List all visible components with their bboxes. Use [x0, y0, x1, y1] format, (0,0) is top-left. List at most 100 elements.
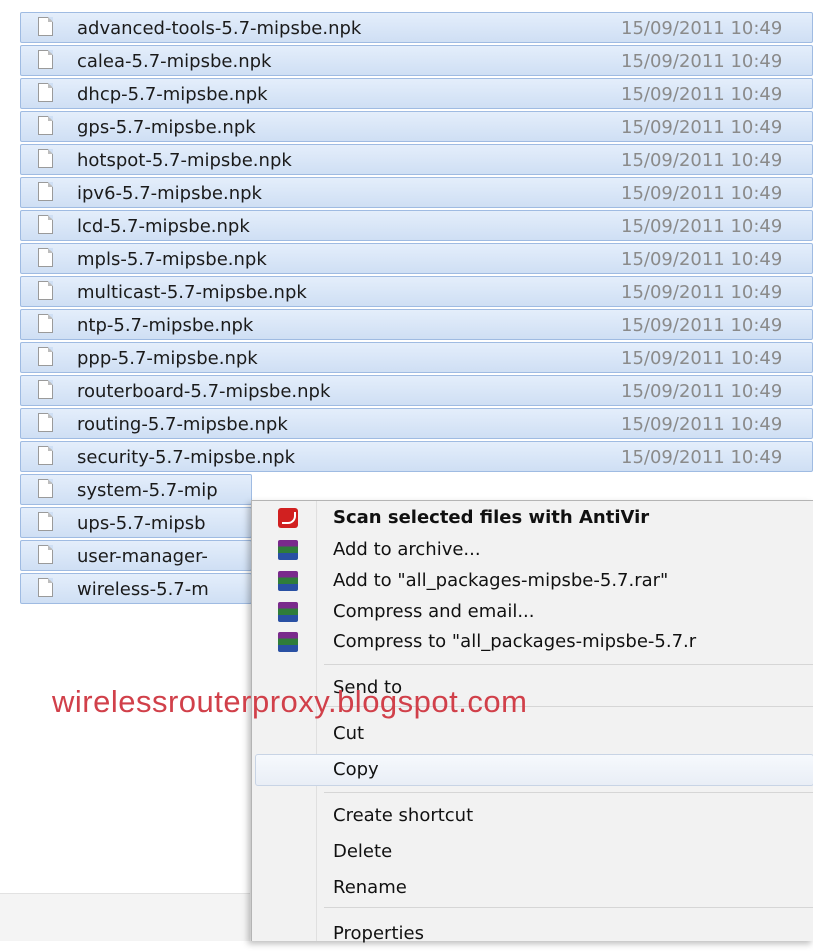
file-icon [38, 347, 53, 366]
file-row[interactable]: routing-5.7-mipsbe.npk 15/09/2011 10:49 [20, 408, 813, 439]
file-date: 15/09/2011 10:49 [621, 414, 783, 435]
file-icon [38, 182, 53, 201]
menu-separator [324, 792, 813, 793]
file-icon [38, 281, 53, 300]
winrar-icon [278, 540, 298, 560]
menu-item-label: Copy [333, 759, 379, 780]
file-icon [38, 83, 53, 102]
file-name: calea-5.7-mipsbe.npk [77, 51, 272, 72]
menu-item-label: Compress and email... [333, 601, 535, 622]
file-icon [38, 545, 53, 564]
file-row[interactable]: advanced-tools-5.7-mipsbe.npk 15/09/2011 … [20, 12, 813, 43]
file-icon [38, 149, 53, 168]
file-date: 15/09/2011 10:49 [621, 348, 783, 369]
file-row[interactable]: ups-5.7-mipsb [20, 507, 252, 538]
file-date: 15/09/2011 10:49 [621, 18, 783, 39]
file-icon [38, 50, 53, 69]
file-date: 15/09/2011 10:49 [621, 183, 783, 204]
file-row[interactable]: ipv6-5.7-mipsbe.npk 15/09/2011 10:49 [20, 177, 813, 208]
file-row[interactable]: multicast-5.7-mipsbe.npk 15/09/2011 10:49 [20, 276, 813, 307]
winrar-icon [278, 571, 298, 591]
file-row[interactable]: routerboard-5.7-mipsbe.npk 15/09/2011 10:… [20, 375, 813, 406]
file-date: 15/09/2011 10:49 [621, 216, 783, 237]
file-date: 15/09/2011 10:49 [621, 315, 783, 336]
file-date: 15/09/2011 10:49 [621, 117, 783, 138]
file-name: gps-5.7-mipsbe.npk [77, 117, 256, 138]
details-pane [0, 893, 250, 941]
menu-item-properties[interactable]: Properties [252, 917, 813, 951]
menu-item-create-shortcut[interactable]: Create shortcut [252, 799, 813, 833]
file-row[interactable]: mpls-5.7-mipsbe.npk 15/09/2011 10:49 [20, 243, 813, 274]
file-row[interactable]: lcd-5.7-mipsbe.npk 15/09/2011 10:49 [20, 210, 813, 241]
file-icon [38, 380, 53, 399]
menu-item-label: Create shortcut [333, 805, 474, 826]
menu-item-add-to-rar[interactable]: Add to "all_packages-mipsbe-5.7.rar" [252, 564, 813, 598]
menu-item-cut[interactable]: Cut [252, 717, 813, 751]
menu-item-label: Cut [333, 723, 365, 744]
menu-separator [324, 907, 813, 908]
file-name: ppp-5.7-mipsbe.npk [77, 348, 258, 369]
menu-item-label: Scan selected files with AntiVir [333, 507, 650, 528]
file-icon [38, 479, 53, 498]
menu-item-delete[interactable]: Delete [252, 835, 813, 869]
menu-item-copy[interactable]: Copy [252, 753, 813, 787]
menu-item-compress-email[interactable]: Compress and email... [252, 595, 813, 629]
file-icon [38, 512, 53, 531]
menu-item-scan-antivir[interactable]: Scan selected files with AntiVir [252, 501, 813, 535]
file-icon [38, 446, 53, 465]
file-row[interactable]: system-5.7-mip [20, 474, 252, 505]
context-menu: Scan selected files with AntiVir Add to … [251, 500, 813, 944]
file-name: wireless-5.7-m [77, 579, 209, 600]
file-row[interactable]: ppp-5.7-mipsbe.npk 15/09/2011 10:49 [20, 342, 813, 373]
menu-item-label: Add to archive... [333, 539, 481, 560]
file-row[interactable]: calea-5.7-mipsbe.npk 15/09/2011 10:49 [20, 45, 813, 76]
file-date: 15/09/2011 10:49 [621, 249, 783, 270]
menu-separator [324, 664, 813, 665]
menu-item-label: Delete [333, 841, 393, 862]
file-name: ipv6-5.7-mipsbe.npk [77, 183, 262, 204]
file-row[interactable]: dhcp-5.7-mipsbe.npk 15/09/2011 10:49 [20, 78, 813, 109]
file-name: routing-5.7-mipsbe.npk [77, 414, 288, 435]
file-name: dhcp-5.7-mipsbe.npk [77, 84, 268, 105]
file-date: 15/09/2011 10:49 [621, 282, 783, 303]
file-name: user-manager- [77, 546, 208, 567]
file-name: system-5.7-mip [77, 480, 218, 501]
menu-item-label: Add to "all_packages-mipsbe-5.7.rar" [333, 570, 669, 591]
antivir-icon [278, 508, 298, 528]
file-name: lcd-5.7-mipsbe.npk [77, 216, 250, 237]
file-icon [38, 578, 53, 597]
file-name: hotspot-5.7-mipsbe.npk [77, 150, 292, 171]
menu-item-label: Properties [333, 923, 424, 944]
file-date: 15/09/2011 10:49 [621, 84, 783, 105]
file-icon [38, 116, 53, 135]
file-name: advanced-tools-5.7-mipsbe.npk [77, 18, 362, 39]
file-date: 15/09/2011 10:49 [621, 381, 783, 402]
winrar-icon [278, 632, 298, 652]
menu-item-add-to-archive[interactable]: Add to archive... [252, 533, 813, 567]
file-name: security-5.7-mipsbe.npk [77, 447, 295, 468]
file-row[interactable]: security-5.7-mipsbe.npk 15/09/2011 10:49 [20, 441, 813, 472]
file-icon [38, 17, 53, 36]
menu-item-label: Compress to "all_packages-mipsbe-5.7.r [333, 631, 697, 652]
file-name: mpls-5.7-mipsbe.npk [77, 249, 267, 270]
file-date: 15/09/2011 10:49 [621, 51, 783, 72]
file-date: 15/09/2011 10:49 [621, 150, 783, 171]
file-icon [38, 314, 53, 333]
file-name: ntp-5.7-mipsbe.npk [77, 315, 254, 336]
file-row[interactable]: user-manager- [20, 540, 252, 571]
menu-item-rename[interactable]: Rename [252, 871, 813, 905]
file-name: routerboard-5.7-mipsbe.npk [77, 381, 331, 402]
file-name: ups-5.7-mipsb [77, 513, 206, 534]
menu-item-label: Rename [333, 877, 407, 898]
file-row[interactable]: wireless-5.7-m [20, 573, 252, 604]
file-date: 15/09/2011 10:49 [621, 447, 783, 468]
file-row[interactable]: hotspot-5.7-mipsbe.npk 15/09/2011 10:49 [20, 144, 813, 175]
file-icon [38, 413, 53, 432]
file-row[interactable]: gps-5.7-mipsbe.npk 15/09/2011 10:49 [20, 111, 813, 142]
file-row[interactable]: ntp-5.7-mipsbe.npk 15/09/2011 10:49 [20, 309, 813, 340]
menu-item-compress-to-rar-email[interactable]: Compress to "all_packages-mipsbe-5.7.r [252, 625, 813, 659]
file-icon [38, 215, 53, 234]
file-icon [38, 248, 53, 267]
watermark-text: wirelessrouterproxy.blogspot.com [52, 684, 528, 719]
winrar-icon [278, 602, 298, 622]
